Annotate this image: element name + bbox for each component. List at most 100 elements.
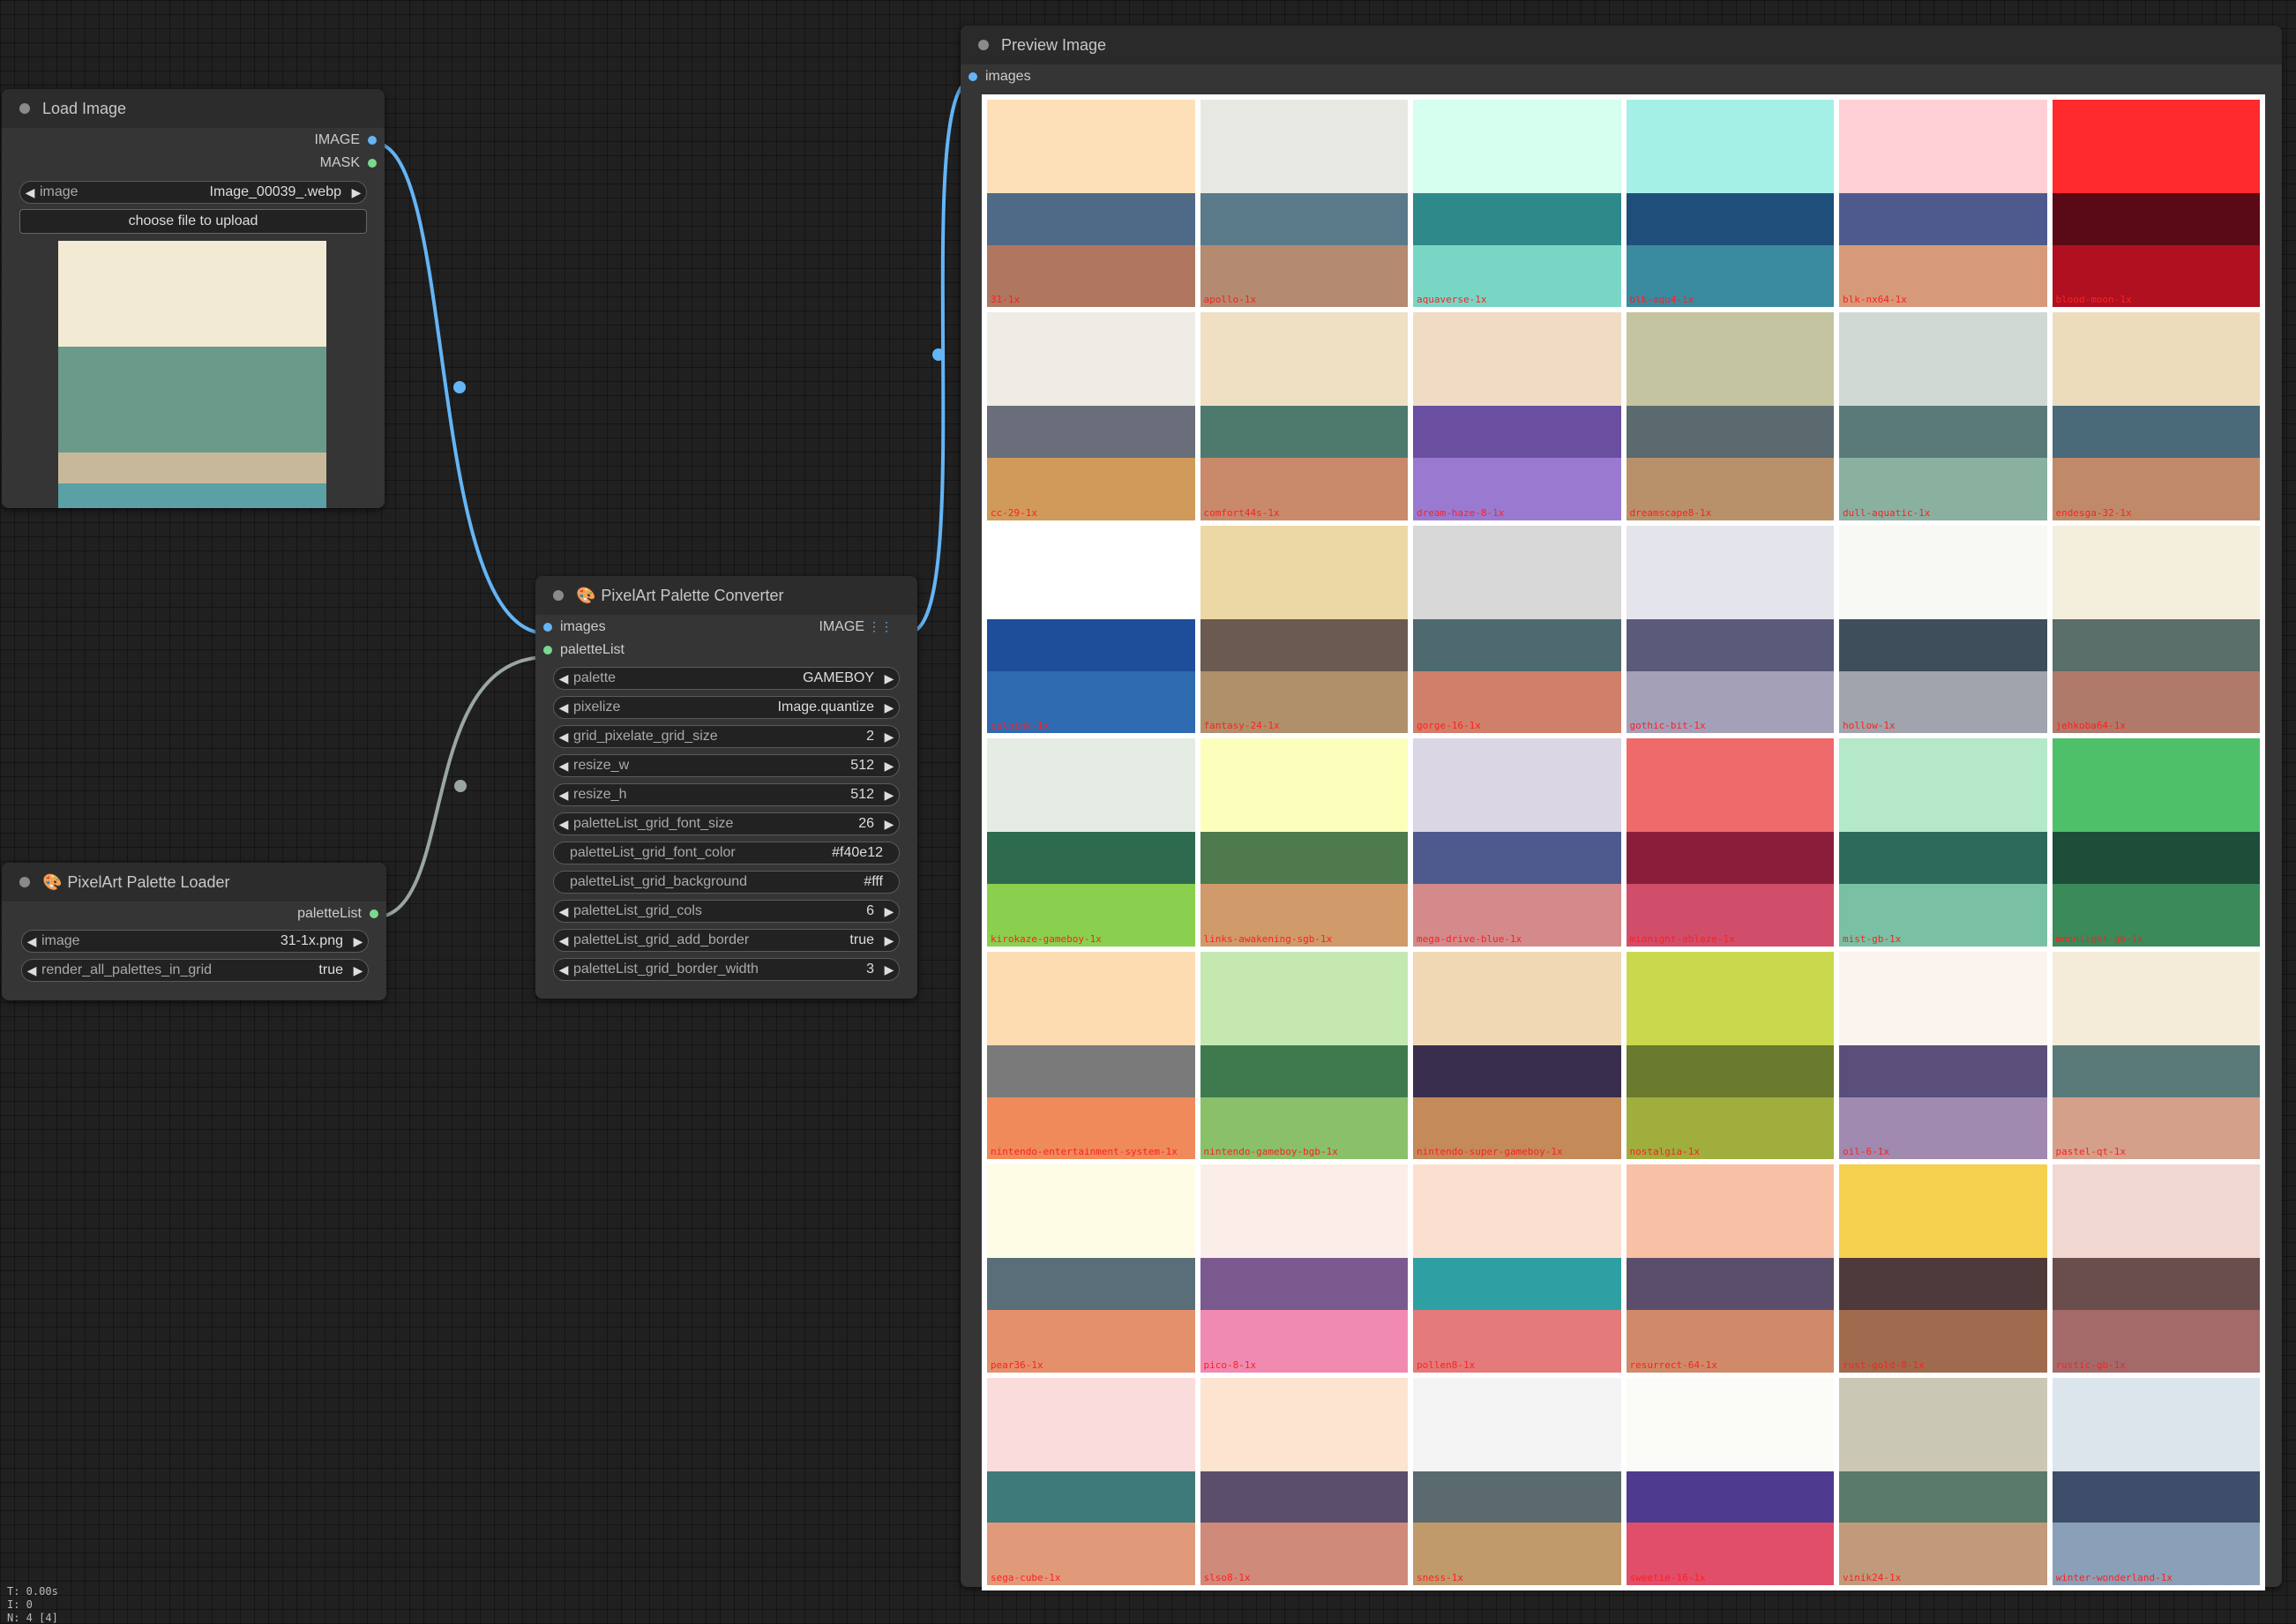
palette-caption: gorge-16-1x bbox=[1417, 720, 1481, 732]
palette-grid-cell: mega-drive-blue-1x bbox=[1413, 738, 1621, 947]
arrow-left-icon[interactable]: ◀ bbox=[554, 962, 573, 977]
arrow-right-icon[interactable]: ▶ bbox=[347, 185, 366, 200]
node-title-bar[interactable]: 🎨 PixelArt Palette Converter bbox=[535, 576, 917, 615]
palette-grid-cell: nintendo-gameboy-bgb-1x bbox=[1200, 951, 1408, 1160]
arrow-right-icon[interactable]: ▶ bbox=[879, 817, 899, 832]
output-dot-icon[interactable] bbox=[368, 159, 377, 168]
output-slot-image[interactable]: IMAGE ⋮⋮ bbox=[819, 619, 893, 635]
node-title-bar[interactable]: 🎨 PixelArt Palette Loader bbox=[2, 863, 386, 902]
arrow-right-icon[interactable]: ▶ bbox=[879, 962, 899, 977]
widget-palettelist-grid-add-border[interactable]: ◀ paletteList_grid_add_border true ▶ bbox=[553, 929, 900, 952]
swatch-band bbox=[987, 192, 1195, 245]
input-dot-icon[interactable] bbox=[543, 646, 552, 655]
arrow-left-icon[interactable]: ◀ bbox=[554, 730, 573, 745]
output-slot-mask[interactable]: MASK bbox=[2, 153, 385, 176]
palette-loader-node[interactable]: 🎨 PixelArt Palette Loader paletteList ◀ … bbox=[2, 863, 386, 1000]
palette-caption: hollow-1x bbox=[1843, 720, 1896, 732]
render-all-toggle-widget[interactable]: ◀ render_all_palettes_in_grid true ▶ bbox=[21, 959, 369, 982]
widget-palettelist-grid-background[interactable]: paletteList_grid_background #fff bbox=[553, 871, 900, 894]
arrow-right-icon[interactable]: ▶ bbox=[879, 904, 899, 919]
palette-grid-cell: pico-8-1x bbox=[1200, 1164, 1408, 1373]
load-image-node[interactable]: Load Image IMAGE MASK ◀ image Image_0003… bbox=[2, 89, 385, 508]
input-slot-images[interactable]: images bbox=[961, 66, 2282, 89]
upload-button[interactable]: choose file to upload bbox=[19, 209, 367, 234]
arrow-right-icon[interactable]: ▶ bbox=[879, 759, 899, 774]
swatch-band bbox=[1626, 1258, 1834, 1310]
arrow-right-icon[interactable]: ▶ bbox=[879, 700, 899, 715]
node-title: PixelArt Palette Converter bbox=[601, 586, 784, 604]
arrow-left-icon[interactable]: ◀ bbox=[20, 185, 40, 200]
swatch-band bbox=[1200, 192, 1408, 245]
widget-value: Image.quantize bbox=[777, 700, 874, 715]
palette-caption: winter-wonderland-1x bbox=[2055, 1572, 2173, 1583]
arrow-right-icon[interactable]: ▶ bbox=[879, 730, 899, 745]
palette-grid-cell: nostalgia-1x bbox=[1626, 951, 1834, 1160]
arrow-left-icon[interactable]: ◀ bbox=[22, 963, 41, 978]
arrow-left-icon[interactable]: ◀ bbox=[22, 934, 41, 949]
palette-caption: aquaverse-1x bbox=[1417, 294, 1487, 306]
palette-grid-cell: comfort44s-1x bbox=[1200, 312, 1408, 520]
arrow-right-icon[interactable]: ▶ bbox=[348, 963, 368, 978]
output-slot-image[interactable]: IMAGE bbox=[2, 130, 385, 153]
swatch-band bbox=[987, 832, 1195, 885]
palette-grid-cell: apollo-1x bbox=[1200, 100, 1408, 308]
input-dot-icon[interactable] bbox=[969, 72, 977, 81]
arrow-right-icon[interactable]: ▶ bbox=[879, 933, 899, 948]
arrow-left-icon[interactable]: ◀ bbox=[554, 933, 573, 948]
palette-caption: blood-moon-1x bbox=[2055, 294, 2132, 306]
status-nodes: N: 4 [4] bbox=[7, 1612, 58, 1624]
image-combo-widget[interactable]: ◀ image Image_00039_.webp ▶ bbox=[19, 181, 367, 204]
swatch-band bbox=[1839, 1258, 2047, 1310]
palette-converter-node[interactable]: 🎨 PixelArt Palette Converter images IMAG… bbox=[535, 576, 917, 999]
palette-caption: nintendo-entertainment-system-1x bbox=[991, 1146, 1178, 1158]
widget-palettelist-grid-font-size[interactable]: ◀ paletteList_grid_font_size 26 ▶ bbox=[553, 812, 900, 835]
arrow-right-icon[interactable]: ▶ bbox=[879, 671, 899, 686]
collapse-dot-icon[interactable] bbox=[978, 40, 989, 50]
slot-label: paletteList bbox=[297, 906, 362, 921]
palette-grid-output[interactable]: 31-1x apollo-1x aquaverse-1x blk-aqu4-1x blk… bbox=[982, 94, 2265, 1590]
widget-pixelize[interactable]: ◀ pixelize Image.quantize ▶ bbox=[553, 696, 900, 719]
arrow-right-icon[interactable]: ▶ bbox=[348, 934, 368, 949]
input-slot-images[interactable]: images IMAGE ⋮⋮ bbox=[535, 617, 917, 640]
palette-caption: eulbink-1x bbox=[991, 720, 1050, 732]
output-dot-icon[interactable] bbox=[368, 136, 377, 145]
wire-midpoint bbox=[453, 381, 466, 393]
palette-icon: 🎨 bbox=[42, 872, 63, 891]
node-title-bar[interactable]: Load Image bbox=[2, 89, 385, 128]
status-time: T: 0.00s bbox=[7, 1585, 58, 1598]
arrow-left-icon[interactable]: ◀ bbox=[554, 759, 573, 774]
widget-palette[interactable]: ◀ palette GAMEBOY ▶ bbox=[553, 667, 900, 690]
palette-icon: 🎨 bbox=[576, 586, 596, 604]
widget-grid-pixelate-grid-size[interactable]: ◀ grid_pixelate_grid_size 2 ▶ bbox=[553, 725, 900, 748]
collapse-dot-icon[interactable] bbox=[553, 590, 564, 601]
widget-resize-h[interactable]: ◀ resize_h 512 ▶ bbox=[553, 783, 900, 806]
grid-output-icon: ⋮⋮ bbox=[868, 619, 893, 633]
widget-palettelist-grid-font-color[interactable]: paletteList_grid_font_color #f40e12 bbox=[553, 842, 900, 864]
output-slot-palettelist[interactable]: paletteList bbox=[2, 903, 386, 926]
widget-palettelist-grid-border-width[interactable]: ◀ paletteList_grid_border_width 3 ▶ bbox=[553, 958, 900, 981]
palette-caption: blk-nx64-1x bbox=[1843, 294, 1907, 306]
swatch-band bbox=[1626, 618, 1834, 671]
collapse-dot-icon[interactable] bbox=[19, 877, 30, 887]
palette-caption: dream-haze-8-1x bbox=[1417, 506, 1505, 519]
input-dot-icon[interactable] bbox=[543, 623, 552, 632]
arrow-left-icon[interactable]: ◀ bbox=[554, 817, 573, 832]
widget-resize-w[interactable]: ◀ resize_w 512 ▶ bbox=[553, 754, 900, 777]
palette-grid-cell: oil-6-1x bbox=[1839, 951, 2047, 1160]
input-slot-palettelist[interactable]: paletteList bbox=[535, 640, 917, 662]
widget-palettelist-grid-cols[interactable]: ◀ paletteList_grid_cols 6 ▶ bbox=[553, 900, 900, 923]
widget-value: 3 bbox=[866, 962, 874, 977]
palette-caption: sega-cube-1x bbox=[991, 1572, 1061, 1583]
arrow-left-icon[interactable]: ◀ bbox=[554, 904, 573, 919]
image-combo-widget[interactable]: ◀ image 31-1x.png ▶ bbox=[21, 930, 369, 953]
arrow-right-icon[interactable]: ▶ bbox=[879, 788, 899, 803]
wire-midpoint bbox=[454, 780, 467, 792]
palette-caption: apollo-1x bbox=[1203, 294, 1257, 306]
arrow-left-icon[interactable]: ◀ bbox=[554, 671, 573, 686]
node-title-bar[interactable]: Preview Image bbox=[961, 26, 2282, 64]
output-dot-icon[interactable] bbox=[370, 909, 378, 918]
arrow-left-icon[interactable]: ◀ bbox=[554, 700, 573, 715]
collapse-dot-icon[interactable] bbox=[19, 103, 30, 114]
arrow-left-icon[interactable]: ◀ bbox=[554, 788, 573, 803]
palette-caption: links-awakening-sgb-1x bbox=[1203, 932, 1333, 945]
